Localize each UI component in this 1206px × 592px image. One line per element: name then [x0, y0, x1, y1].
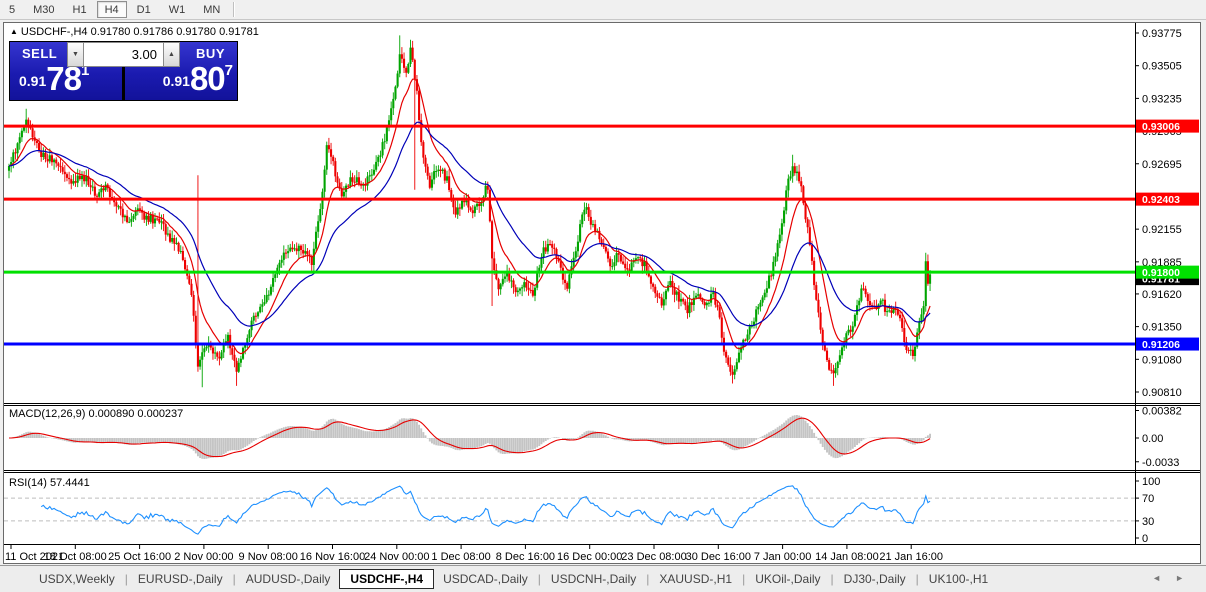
timeframe-button-d1[interactable]: D1 [129, 1, 159, 18]
rsi-axis-label: 100 [1142, 476, 1160, 488]
tab-usdcad-daily[interactable]: USDCAD-,Daily [434, 569, 537, 589]
rsi-line [40, 485, 931, 535]
time-axis-label: 1 Dec 08:00 [431, 551, 490, 563]
chart-title: ▲ USDCHF-,H4 0.91780 0.91786 0.91780 0.91… [10, 26, 259, 38]
tab-usdcnh-daily[interactable]: USDCNH-,Daily [542, 569, 645, 589]
macd-axis-label: 0.00 [1142, 433, 1163, 445]
rsi-label: RSI(14) 57.4441 [9, 477, 90, 489]
buy-price-prefix: 0.91 [162, 73, 190, 89]
volume-spinner: ▼ 3.00 ▲ [67, 42, 180, 67]
time-axis-label: 9 Nov 08:00 [239, 551, 298, 563]
buy-label: BUY [196, 46, 225, 61]
price-axis-label: 0.91620 [1142, 289, 1182, 301]
price-line-badge-0.91206-text: 0.91206 [1142, 339, 1180, 351]
chart-symbol-label: USDCHF-,H4 [20, 26, 88, 38]
time-axis-label: 30 Dec 16:00 [686, 551, 751, 563]
tab-ukoil-daily[interactable]: UKOil-,Daily [746, 569, 829, 589]
time-axis-label: 7 Jan 00:00 [754, 551, 812, 563]
time-axis-label: 25 Oct 16:00 [108, 551, 171, 563]
price-axis-label: 0.92695 [1142, 159, 1182, 171]
volume-field[interactable]: 3.00 [84, 42, 163, 67]
timeframe-button-w1[interactable]: W1 [161, 1, 194, 18]
timeframe-button-m30[interactable]: M30 [25, 1, 62, 18]
chart-ohlc-values: 0.91780 0.91786 0.91780 0.91781 [90, 26, 259, 38]
time-axis-label: 14 Jan 08:00 [815, 551, 879, 563]
sell-label: SELL [22, 46, 58, 61]
price-axis-label: 0.90810 [1142, 387, 1182, 399]
price-line-badge-0.93006-text: 0.93006 [1142, 121, 1180, 133]
rsi-axis-label: 0 [1142, 533, 1148, 545]
tab-usdchf-h4[interactable]: USDCHF-,H4 [339, 568, 435, 589]
symbol-marker-icon: ▲ [10, 27, 18, 36]
one-click-trade-panel: SELL 0.91781 BUY 0.91807 ▼ 3.00 ▲ [9, 41, 238, 101]
price-axis-label: 0.91350 [1142, 322, 1182, 334]
macd-axis-label: -0.0033 [1142, 457, 1179, 469]
rsi-axis-label: 30 [1142, 516, 1154, 528]
timeframe-toolbar: 5 M30 H1 H4 D1 W1 MN [0, 0, 1206, 20]
buy-price-big: 80 [189, 60, 226, 97]
time-axis-label: 23 Dec 08:00 [621, 551, 686, 563]
sell-price-prefix: 0.91 [19, 73, 47, 89]
time-axis-label: 18 Oct 08:00 [44, 551, 107, 563]
timeframe-button-mn[interactable]: MN [195, 1, 228, 18]
price-line-badge-0.92403-text: 0.92403 [1142, 194, 1180, 206]
price-line-badge-0.91800-text: 0.91800 [1142, 267, 1180, 279]
time-axis-label: 24 Nov 00:00 [364, 551, 429, 563]
volume-increase-icon[interactable]: ▲ [163, 42, 180, 67]
price-axis-label: 0.92155 [1142, 224, 1182, 236]
tab-usdx-weekly[interactable]: USDX,Weekly [30, 569, 124, 589]
tab-uk100-h1[interactable]: UK100-,H1 [920, 569, 997, 589]
toolbar-separator [233, 2, 236, 17]
macd-label: MACD(12,26,9) 0.000890 0.000237 [9, 408, 183, 420]
macd-axis-label: 0.00382 [1142, 405, 1182, 417]
price-axis-label: 0.91080 [1142, 354, 1182, 366]
price-axis-label: 0.93775 [1142, 28, 1182, 40]
tabs-scroll-right-icon[interactable]: ► [1175, 573, 1198, 583]
tab-audusd-daily[interactable]: AUDUSD-,Daily [237, 569, 340, 589]
tab-eurusd-daily[interactable]: EURUSD-,Daily [129, 569, 232, 589]
volume-decrease-icon[interactable]: ▼ [67, 42, 84, 67]
chart-window: 0.937750.935050.932350.929650.926950.924… [3, 22, 1201, 564]
macd-histogram [10, 415, 932, 459]
time-axis-label: 16 Nov 16:00 [300, 551, 365, 563]
tab-xauusd-h1[interactable]: XAUUSD-,H1 [650, 569, 741, 589]
rsi-axis-label: 70 [1142, 493, 1154, 505]
timeframe-button-h1[interactable]: H1 [65, 1, 95, 18]
timeframe-button-h4[interactable]: H4 [96, 1, 127, 18]
time-axis-label: 21 Jan 16:00 [879, 551, 943, 563]
price-axis-label: 0.93235 [1142, 93, 1182, 105]
tab-scroll-arrows: ◄► [1152, 573, 1198, 583]
time-axis-label: 8 Dec 16:00 [496, 551, 555, 563]
price-axis-label: 0.93505 [1142, 61, 1182, 73]
tab-dj30-daily[interactable]: DJ30-,Daily [835, 569, 915, 589]
chart-tab-bar: USDX,Weekly | EURUSD-,Daily | AUDUSD-,Daily U… [0, 565, 1206, 592]
buy-price-sup: 7 [224, 62, 233, 79]
chart-canvas[interactable]: 0.937750.935050.932350.929650.926950.924… [4, 23, 1200, 563]
time-axis-label: 16 Dec 00:00 [557, 551, 622, 563]
time-axis-label: 2 Nov 00:00 [174, 551, 233, 563]
timeframe-button-5[interactable]: 5 [1, 1, 23, 18]
tabs-scroll-left-icon[interactable]: ◄ [1152, 573, 1175, 583]
